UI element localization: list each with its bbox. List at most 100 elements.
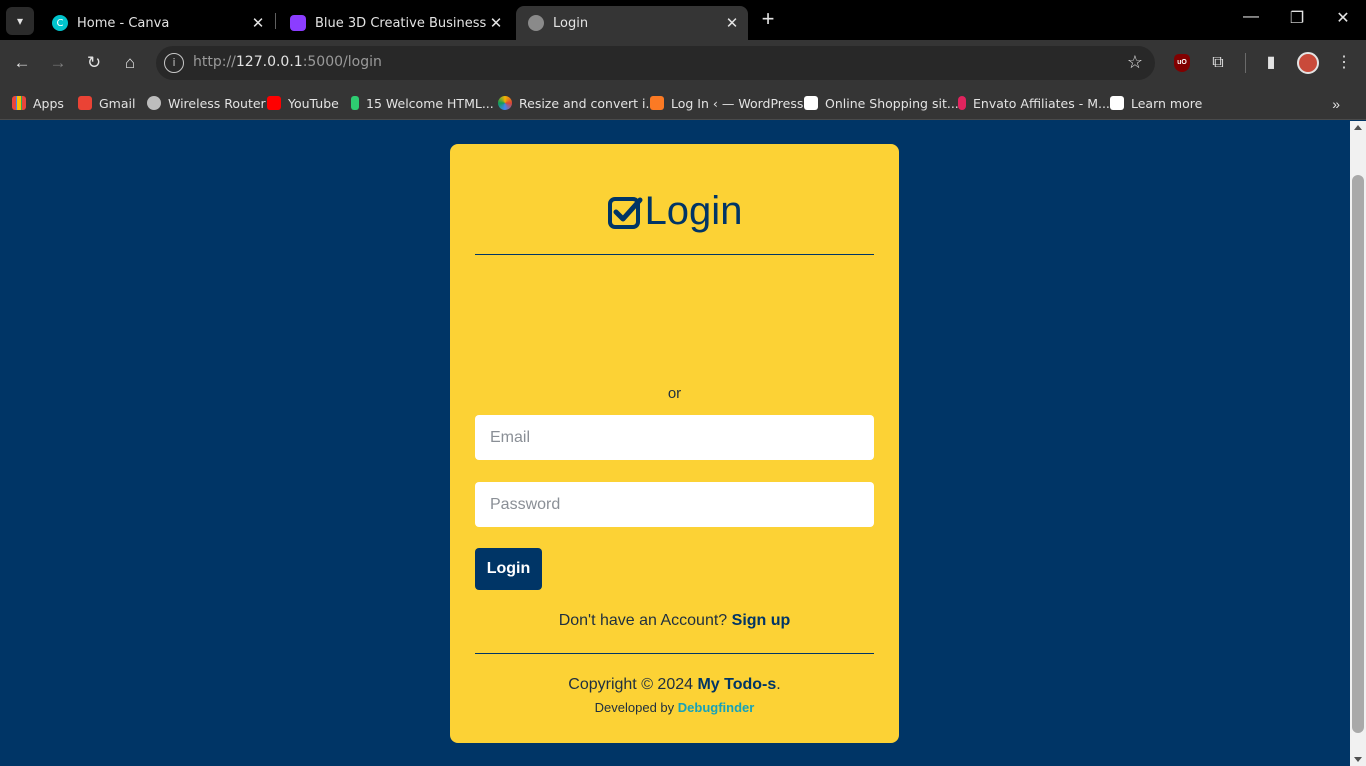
tab-divider: [275, 13, 276, 29]
tab-canva[interactable]: C Home - Canva ✕: [40, 6, 274, 40]
tab-search-button[interactable]: ▾: [6, 7, 34, 35]
bookmark-apps[interactable]: Apps: [12, 92, 64, 114]
reload-button[interactable]: ↻: [81, 50, 107, 76]
menu-button[interactable]: ⋮: [1332, 51, 1356, 75]
presentation-icon: [290, 15, 306, 31]
bookmark-label: Learn more: [1131, 95, 1203, 111]
extensions-button[interactable]: ⧉: [1206, 51, 1230, 75]
codepen-icon: [1110, 96, 1124, 110]
check-square-icon: [607, 196, 643, 229]
bolt-icon: [351, 96, 359, 110]
home-button[interactable]: ⌂: [117, 50, 143, 76]
gmail-icon: [78, 96, 92, 110]
bookmark-label: Apps: [33, 95, 64, 111]
brand-link[interactable]: My Todo-s: [697, 676, 776, 693]
close-icon: ✕: [1336, 10, 1350, 27]
pinwheel-icon: [498, 96, 512, 110]
side-panel-button[interactable]: ▮: [1259, 51, 1283, 75]
developer-credit: Developed by Debugfinder: [450, 700, 899, 715]
envato-icon: [958, 96, 966, 110]
reload-icon: ↻: [86, 53, 102, 72]
login-card: Login or Login Don't have an Account? Si…: [450, 144, 899, 743]
developer-link[interactable]: Debugfinder: [678, 700, 755, 715]
site-info-icon[interactable]: i: [164, 53, 184, 73]
profile-avatar[interactable]: [1297, 52, 1319, 74]
bookmark-wireless-router[interactable]: Wireless Router: [147, 92, 266, 114]
apps-grid-icon: [12, 96, 26, 110]
forward-button[interactable]: →: [45, 50, 71, 76]
globe-icon: [147, 96, 161, 110]
password-field[interactable]: [475, 482, 874, 527]
page-title: Login: [450, 189, 899, 234]
divider: [475, 254, 874, 255]
tab-title: Home - Canva: [77, 15, 170, 31]
bookmark-label: Wireless Router: [168, 95, 266, 111]
developed-by-text: Developed by: [594, 700, 675, 715]
tab-login[interactable]: Login ✕: [516, 6, 748, 40]
copyright: Copyright © 2024 My Todo-s.: [450, 676, 899, 694]
bookmark-star-icon[interactable]: ☆: [1127, 52, 1143, 73]
more-vertical-icon: ⋮: [1336, 54, 1352, 71]
signup-prompt: Don't have an Account? Sign up: [450, 612, 899, 630]
minimize-button[interactable]: —: [1236, 8, 1266, 26]
canva-icon: C: [52, 15, 68, 31]
tab-title: Login: [553, 15, 589, 31]
bookmark-youtube[interactable]: YouTube: [267, 92, 339, 114]
url-host: 127.0.0.1: [235, 54, 303, 70]
new-tab-button[interactable]: +: [756, 8, 780, 32]
close-icon[interactable]: ✕: [722, 14, 742, 32]
back-arrow-icon: ←: [13, 53, 31, 72]
close-window-button[interactable]: ✕: [1328, 8, 1358, 28]
footer-divider: [475, 653, 874, 654]
more-bookmarks-icon[interactable]: »: [1332, 96, 1340, 112]
youtube-icon: [267, 96, 281, 110]
copyright-text: Copyright © 2024: [568, 676, 694, 693]
tab-strip: ▾ C Home - Canva ✕ Blue 3D Creative Busi…: [0, 0, 1366, 40]
amazon-icon: [804, 96, 818, 110]
plus-icon: +: [761, 6, 775, 31]
chevron-down-icon: ▾: [16, 14, 24, 28]
close-icon[interactable]: ✕: [248, 14, 268, 32]
no-account-text: Don't have an Account?: [558, 612, 728, 629]
close-icon[interactable]: ✕: [486, 14, 506, 32]
globe-icon: [528, 15, 544, 31]
forward-arrow-icon: →: [49, 53, 67, 72]
bookmark-label: YouTube: [288, 95, 339, 111]
address-bar[interactable]: i http://127.0.0.1:5000/login ☆: [156, 46, 1155, 80]
toolbar-divider: [1245, 53, 1246, 73]
restore-button[interactable]: ❐: [1282, 8, 1312, 28]
page-content: Login or Login Don't have an Account? Si…: [0, 121, 1350, 766]
xampp-icon: [650, 96, 664, 110]
bookmark-learn-more[interactable]: Learn more: [1110, 92, 1202, 114]
bookmark-resize-convert[interactable]: Resize and convert i...: [498, 92, 657, 114]
tab-presentation[interactable]: Blue 3D Creative Business Prese ✕: [278, 6, 512, 40]
login-button[interactable]: Login: [475, 548, 542, 590]
scrollbar-thumb[interactable]: [1352, 175, 1364, 733]
bookmark-label: Gmail: [99, 95, 136, 111]
restore-icon: ❐: [1289, 10, 1305, 27]
bookmark-label: Resize and convert i...: [519, 95, 658, 111]
browser-toolbar: ← → ↻ ⌂ i http://127.0.0.1:5000/login ☆ …: [0, 40, 1366, 86]
brand-suffix: .: [776, 676, 781, 693]
ublock-extension-button[interactable]: uO: [1170, 51, 1194, 75]
page-scrollbar[interactable]: [1350, 121, 1366, 766]
url-path: :5000/login: [302, 54, 382, 70]
scroll-down-icon[interactable]: [1354, 757, 1362, 762]
puzzle-icon: ⧉: [1212, 54, 1224, 71]
bookmark-wordpress[interactable]: Log In ‹ — WordPress: [650, 92, 803, 114]
signup-link[interactable]: Sign up: [732, 612, 791, 629]
scroll-up-icon[interactable]: [1354, 125, 1362, 130]
url-scheme: http://: [193, 54, 236, 70]
bookmark-envato[interactable]: Envato Affiliates - M...: [958, 92, 1110, 114]
email-field[interactable]: [475, 415, 874, 460]
bookmark-online-shopping[interactable]: Online Shopping sit...: [804, 92, 959, 114]
bookmark-label: Online Shopping sit...: [825, 95, 959, 111]
bookmark-label: Log In ‹ — WordPress: [671, 95, 804, 111]
bookmark-welcome-html[interactable]: 15 Welcome HTML...: [351, 92, 494, 114]
login-heading: Login: [644, 189, 743, 233]
bookmark-gmail[interactable]: Gmail: [78, 92, 135, 114]
ublock-icon: uO: [1174, 54, 1190, 72]
url-text[interactable]: http://127.0.0.1:5000/login: [193, 54, 382, 70]
back-button[interactable]: ←: [9, 50, 35, 76]
or-separator: or: [667, 385, 682, 402]
